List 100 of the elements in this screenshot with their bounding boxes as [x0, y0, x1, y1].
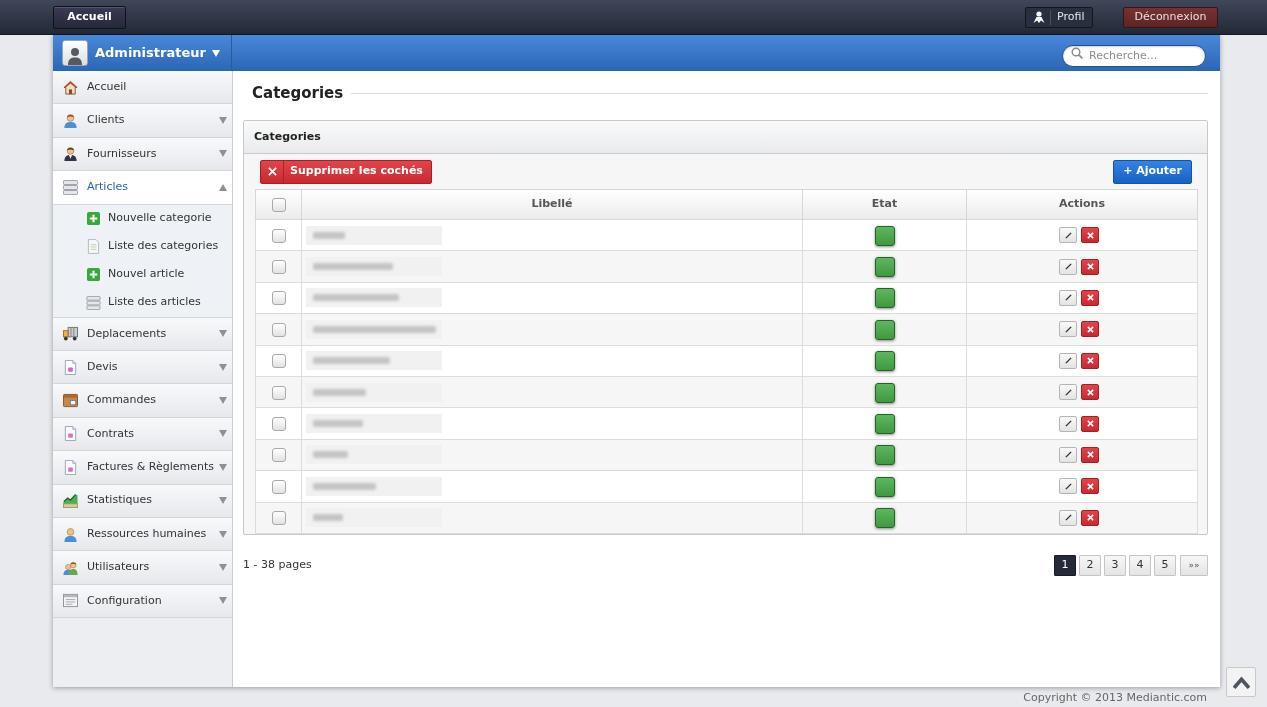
- document-icon: [87, 239, 100, 255]
- submenu-item[interactable]: Liste des categories: [53, 232, 232, 261]
- close-icon: [1086, 451, 1094, 459]
- checkbox[interactable]: [271, 448, 286, 463]
- list-icon: [63, 179, 78, 195]
- checkbox[interactable]: [271, 322, 286, 337]
- column-header: Etat: [802, 189, 967, 220]
- person-icon: [63, 113, 78, 129]
- pencil-icon: [1064, 294, 1072, 302]
- sidebar-item[interactable]: Contrats: [53, 417, 232, 452]
- businessman-icon: [63, 146, 78, 162]
- checkbox[interactable]: [271, 385, 286, 400]
- document-icon: [63, 426, 78, 442]
- copyright-text: Copyright © 2013 Mediantic.com: [1023, 690, 1207, 704]
- close-icon: [1086, 482, 1094, 490]
- sidebar-item[interactable]: Factures & Règlements: [53, 451, 232, 485]
- pencil-icon: [1064, 514, 1072, 522]
- close-icon: [1086, 420, 1094, 428]
- checkbox[interactable]: [271, 479, 286, 494]
- sidebar-item[interactable]: Utilisateurs: [53, 551, 232, 585]
- delete-button[interactable]: [1081, 227, 1099, 244]
- delete-button[interactable]: [1081, 321, 1099, 338]
- checkbox[interactable]: [271, 291, 286, 306]
- chevron-up-icon: [1232, 675, 1250, 689]
- close-icon: [1086, 294, 1094, 302]
- page-summary: 1 - 38 pages: [243, 557, 312, 574]
- column-header: Libellé: [301, 189, 803, 220]
- list-icon: [86, 295, 101, 310]
- pencil-icon: [1064, 451, 1072, 459]
- checkbox[interactable]: [271, 417, 286, 432]
- checkbox[interactable]: [271, 198, 286, 212]
- user-icon: [1033, 11, 1045, 23]
- delete-button[interactable]: [1081, 258, 1099, 275]
- scroll-top-button[interactable]: [1226, 667, 1256, 697]
- page-button[interactable]: 1: [1054, 554, 1076, 576]
- add-icon: [87, 212, 100, 226]
- submenu-item[interactable]: Nouvelle categorie: [53, 204, 232, 233]
- pencil-icon: [1064, 388, 1072, 396]
- logout-button[interactable]: Déconnexion: [1123, 6, 1218, 28]
- page-button[interactable]: 3: [1104, 554, 1126, 576]
- delete-button[interactable]: [1081, 509, 1099, 526]
- submenu-item[interactable]: Nouvel article: [53, 260, 232, 289]
- close-icon: [1086, 388, 1094, 396]
- sidebar-item[interactable]: Devis: [53, 350, 232, 385]
- sidebar-item[interactable]: Accueil: [53, 71, 232, 105]
- delete-button[interactable]: [1081, 478, 1099, 495]
- sidebar-item[interactable]: Clients: [53, 104, 232, 138]
- profile-button[interactable]: Profil: [1025, 6, 1093, 28]
- house-icon: [63, 79, 78, 95]
- page-title: Categories: [252, 82, 344, 104]
- close-icon: [1086, 357, 1094, 365]
- home-button[interactable]: Accueil: [53, 5, 126, 29]
- sidebar-item[interactable]: Deplacements: [53, 317, 232, 351]
- delete-button[interactable]: [1081, 415, 1099, 432]
- delete-button[interactable]: [1081, 352, 1099, 369]
- checkbox[interactable]: [271, 354, 286, 369]
- document-icon: [63, 359, 78, 375]
- sidebar-item[interactable]: Fournisseurs: [53, 137, 232, 172]
- person-icon: [63, 526, 78, 542]
- pencil-icon: [1064, 231, 1072, 239]
- page-button[interactable]: 2: [1079, 554, 1101, 576]
- chart-icon: [63, 493, 78, 509]
- truck-icon: [63, 326, 78, 342]
- delete-button[interactable]: [1081, 384, 1099, 401]
- sidebar-item[interactable]: Ressources humaines: [53, 517, 232, 552]
- document-icon: [63, 459, 78, 475]
- checkbox[interactable]: [271, 228, 286, 243]
- close-icon: [1086, 231, 1094, 239]
- pencil-icon: [1064, 325, 1072, 333]
- add-button[interactable]: + Ajouter: [1113, 159, 1192, 184]
- search-field[interactable]: Recherche...: [1062, 44, 1206, 67]
- page-button[interactable]: 4: [1129, 554, 1151, 576]
- pencil-icon: [1064, 357, 1072, 365]
- close-icon: [267, 167, 277, 176]
- window-icon: [63, 593, 78, 609]
- checkbox[interactable]: [271, 511, 286, 526]
- people-icon: [63, 560, 78, 575]
- column-header: Actions: [966, 189, 1198, 220]
- user-name: Administrateur: [95, 44, 207, 63]
- sidebar-item[interactable]: Commandes: [53, 384, 232, 418]
- sidebar-item[interactable]: Articles: [53, 171, 232, 205]
- add-icon: [87, 268, 100, 282]
- pencil-icon: [1064, 482, 1072, 490]
- delete-button[interactable]: [1081, 446, 1099, 463]
- sidebar-item[interactable]: Configuration: [53, 584, 232, 619]
- sidebar-item[interactable]: Statistiques: [53, 484, 232, 518]
- search-icon: [1071, 47, 1083, 59]
- user-avatar-icon: [62, 40, 88, 66]
- delete-button[interactable]: [1081, 289, 1099, 306]
- pencil-icon: [1064, 263, 1072, 271]
- package-icon: [63, 393, 78, 409]
- submenu-item[interactable]: Liste des articles: [53, 288, 232, 317]
- panel-title: Categories: [254, 128, 321, 145]
- page-button[interactable]: 5: [1154, 554, 1176, 576]
- delete-checked-button[interactable]: Supprimer les cochés: [260, 159, 432, 184]
- close-icon: [1086, 263, 1094, 271]
- pencil-icon: [1064, 420, 1072, 428]
- last-page-button[interactable]: »»: [1180, 554, 1208, 576]
- checkbox[interactable]: [271, 260, 286, 275]
- close-icon: [1086, 514, 1094, 522]
